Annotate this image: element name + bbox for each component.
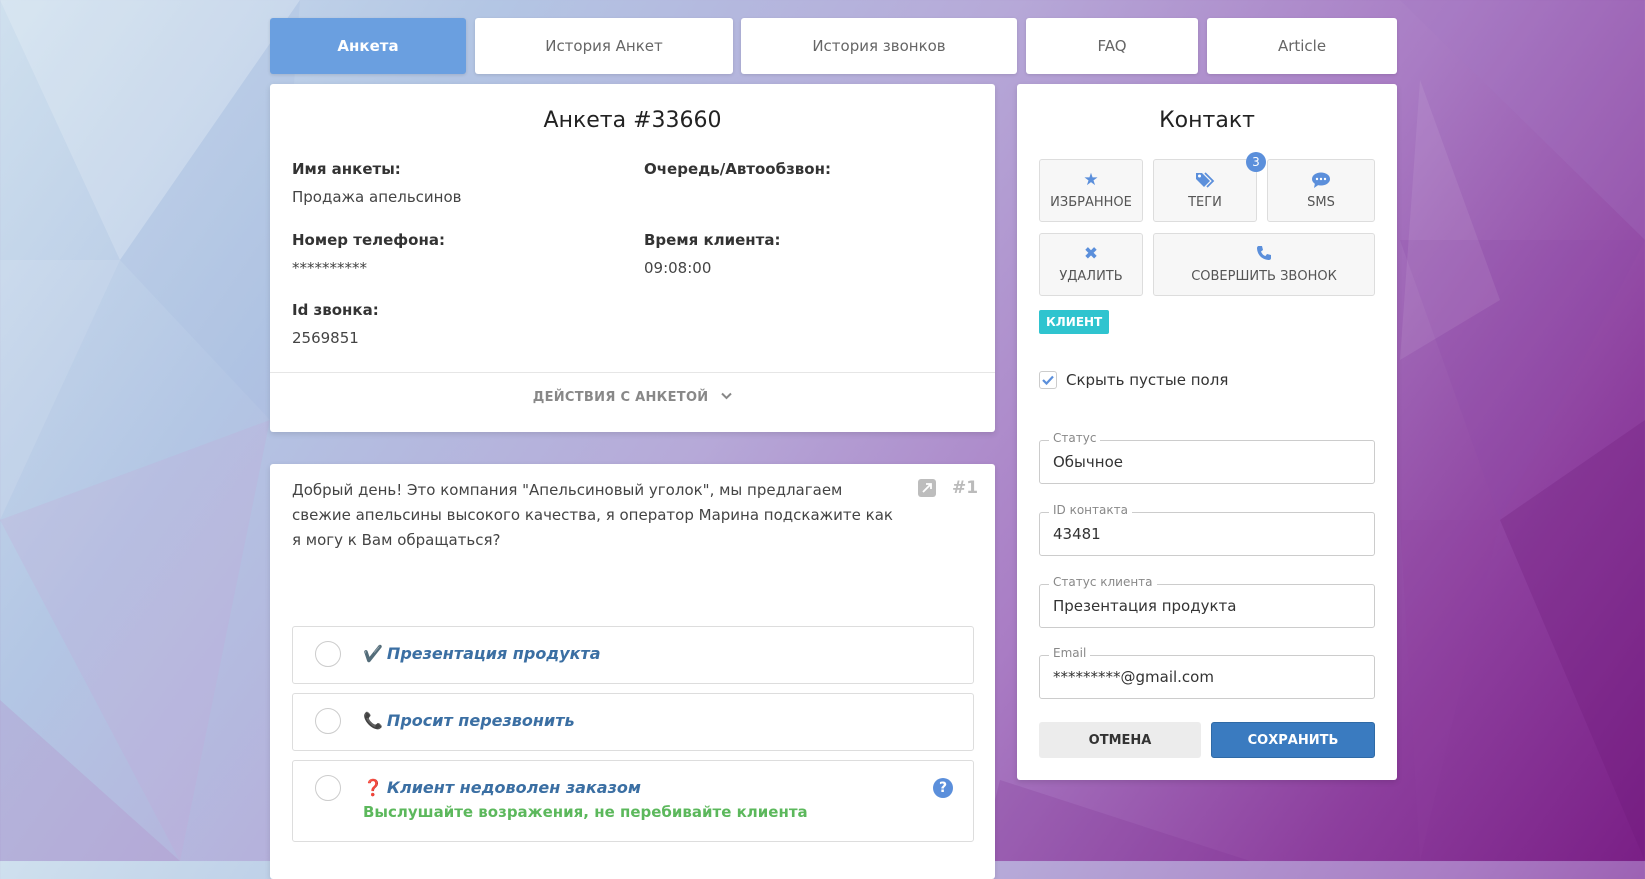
external-link-icon[interactable]: [918, 479, 936, 497]
email-field[interactable]: Email *********@gmail.com: [1039, 646, 1375, 699]
make-call-button[interactable]: СОВЕРШИТЬ ЗВОНОК: [1153, 233, 1375, 296]
client-time-field: Время клиента: 09:08:00: [644, 231, 781, 277]
tab-faq[interactable]: FAQ: [1026, 18, 1198, 74]
check-icon: ✔️: [363, 644, 383, 663]
checkbox[interactable]: [1039, 371, 1057, 389]
tab-article[interactable]: Article: [1207, 18, 1397, 74]
status-field-value: Обычное: [1053, 453, 1123, 471]
client-time-label: Время клиента:: [644, 231, 781, 249]
phone-field: Номер телефона: **********: [292, 231, 445, 277]
anketa-card: Анкета #33660 Имя анкеты: Продажа апельс…: [270, 84, 995, 432]
phone-value: **********: [292, 259, 367, 277]
tab-anketa-history-label: История Анкет: [545, 37, 663, 55]
client-tag-badge: КЛИЕНТ: [1039, 310, 1110, 334]
favorite-label: ИЗБРАННОЕ: [1050, 195, 1132, 210]
phone-icon: [1256, 245, 1272, 265]
anketa-divider: [270, 372, 995, 373]
client-status-value: Презентация продукта: [1053, 597, 1237, 615]
phone-icon: 📞: [363, 711, 383, 730]
contact-id-label: ID контакта: [1049, 503, 1132, 517]
tags-button[interactable]: ТЕГИ: [1153, 159, 1257, 222]
tab-call-history[interactable]: История звонков: [741, 18, 1017, 74]
tab-bar: Анкета История Анкет История звонков FAQ…: [270, 18, 1397, 74]
answer-option-text: Клиент недоволен заказом: [386, 778, 641, 797]
cancel-button[interactable]: ОТМЕНА: [1039, 722, 1201, 758]
call-id-label: Id звонка:: [292, 301, 379, 319]
client-status-label: Статус клиента: [1049, 575, 1157, 589]
queue-label: Очередь/Автообзвон:: [644, 160, 831, 178]
status-field[interactable]: Статус Обычное: [1039, 431, 1375, 484]
contact-card: Контакт ★ ИЗБРАННОЕ ТЕГИ 3 SMS ✖ УДАЛИТЬ: [1017, 84, 1397, 780]
tab-call-history-label: История звонков: [812, 37, 946, 55]
sms-label: SMS: [1307, 195, 1335, 210]
tab-article-label: Article: [1277, 37, 1327, 55]
client-time-value: 09:08:00: [644, 259, 712, 277]
delete-button[interactable]: ✖ УДАЛИТЬ: [1039, 233, 1143, 296]
question-text: Добрый день! Это компания "Апельсиновый …: [292, 481, 893, 549]
question-mark-icon: ❓: [363, 778, 383, 797]
answer-option-label: ❓ Клиент недоволен заказом: [363, 778, 641, 797]
contact-title: Контакт: [1159, 108, 1255, 133]
answer-option-label: 📞 Просит перезвонить: [363, 711, 575, 730]
contact-id-value: 43481: [1053, 525, 1101, 543]
answer-option-text: Презентация продукта: [386, 644, 601, 663]
question-number: #1: [952, 478, 979, 498]
hide-empty-fields-toggle[interactable]: Скрыть пустые поля: [1039, 371, 1228, 389]
sms-button[interactable]: SMS: [1267, 159, 1375, 222]
save-button[interactable]: СОХРАНИТЬ: [1211, 722, 1375, 758]
help-icon[interactable]: ?: [933, 778, 953, 798]
answer-option[interactable]: ✔️ Презентация продукта: [292, 626, 974, 684]
radio-button[interactable]: [315, 775, 341, 801]
anketa-name-field: Имя анкеты: Продажа апельсинов: [292, 160, 462, 206]
anketa-name-value: Продажа апельсинов: [292, 188, 462, 206]
make-call-label: СОВЕРШИТЬ ЗВОНОК: [1191, 269, 1337, 284]
tab-faq-label: FAQ: [1097, 37, 1127, 55]
tab-anketa-label: Анкета: [337, 37, 399, 55]
answer-option[interactable]: 📞 Просит перезвонить: [292, 693, 974, 751]
question-card: Добрый день! Это компания "Апельсиновый …: [270, 464, 995, 879]
answer-option-hint: Выслушайте возражения, не перебивайте кл…: [363, 803, 808, 821]
email-value: *********@gmail.com: [1053, 668, 1214, 686]
call-id-value: 2569851: [292, 329, 359, 347]
contact-id-field[interactable]: ID контакта 43481: [1039, 503, 1375, 556]
tag-icon: [1195, 171, 1215, 191]
hide-empty-fields-label: Скрыть пустые поля: [1066, 371, 1229, 389]
radio-button[interactable]: [315, 641, 341, 667]
answer-option-label: ✔️ Презентация продукта: [363, 644, 601, 663]
tags-count-badge: 3: [1246, 152, 1266, 172]
close-icon: ✖: [1083, 244, 1099, 264]
tab-anketa[interactable]: Анкета: [270, 18, 466, 74]
star-icon: ★: [1083, 170, 1099, 190]
anketa-name-label: Имя анкеты:: [292, 160, 401, 178]
call-id-field: Id звонка: 2569851: [292, 301, 379, 347]
anketa-actions-label: ДЕЙСТВИЯ С АНКЕТОЙ: [532, 390, 709, 405]
chevron-down-icon: [721, 389, 733, 404]
status-field-label: Статус: [1049, 431, 1101, 445]
anketa-actions-toggle[interactable]: ДЕЙСТВИЯ С АНКЕТОЙ: [270, 390, 995, 405]
tab-anketa-history[interactable]: История Анкет: [475, 18, 733, 74]
delete-label: УДАЛИТЬ: [1059, 269, 1123, 284]
client-status-field[interactable]: Статус клиента Презентация продукта: [1039, 575, 1375, 628]
radio-button[interactable]: [315, 708, 341, 734]
phone-label: Номер телефона:: [292, 231, 445, 249]
answer-option[interactable]: ❓ Клиент недоволен заказом Выслушайте воз…: [292, 760, 974, 842]
answer-option-text: Просит перезвонить: [386, 711, 575, 730]
queue-field: Очередь/Автообзвон:: [644, 160, 831, 178]
chat-icon: [1311, 171, 1331, 191]
anketa-title: Анкета #33660: [543, 108, 722, 133]
email-label: Email: [1049, 646, 1091, 660]
favorite-button[interactable]: ★ ИЗБРАННОЕ: [1039, 159, 1143, 222]
tags-label: ТЕГИ: [1188, 195, 1222, 210]
